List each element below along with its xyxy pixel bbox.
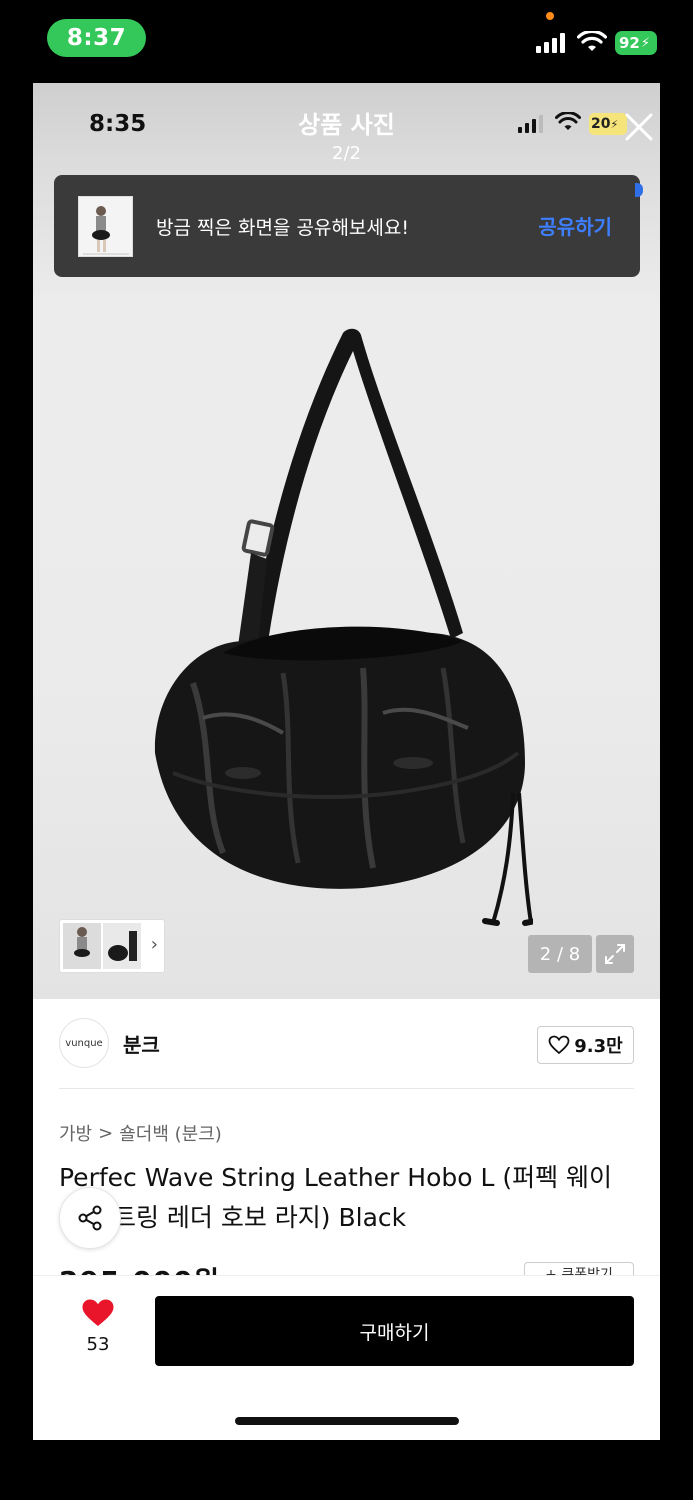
gallery-thumbnails [63, 923, 141, 969]
share-screenshot-banner: 방금 찍은 화면을 공유해보세요! 공유하기 [54, 175, 640, 277]
share-now-button[interactable]: 공유하기 [538, 211, 612, 240]
buy-button[interactable]: 구매하기 [155, 1296, 634, 1366]
inner-wifi-icon [555, 112, 581, 130]
screenshot-preview: 8:35 상품 사진 2/2 20 ⚡ 방금 찍은 화면을 공유해보세요! 공유… [33, 83, 660, 1440]
screenshot-thumbnail [78, 196, 133, 257]
signal-icon [536, 33, 565, 53]
status-time[interactable]: 8:37 [47, 19, 146, 57]
brand-logo[interactable]: vunque [59, 1018, 109, 1068]
expand-icon[interactable] [596, 935, 634, 973]
inner-battery-level: 20 [591, 116, 611, 132]
breadcrumb-category[interactable]: 가방 [59, 1120, 92, 1146]
product-price: 295,000원 [59, 1260, 220, 1275]
inner-signal-icon [518, 115, 543, 133]
outer-status-bar: 8:37 92 ⚡ [0, 0, 693, 82]
close-icon[interactable] [621, 109, 657, 145]
share-button[interactable] [59, 1187, 121, 1249]
battery-icon: 92 ⚡ [615, 31, 657, 55]
breadcrumb-subcategory[interactable]: 숄더백 (분크) [119, 1120, 222, 1146]
bottom-purchase-bar: 53 구매하기 [33, 1275, 660, 1440]
mic-indicator-dot [546, 12, 554, 20]
product-title: Perfec Wave String Leather Hobo L (퍼펙 웨이… [59, 1163, 613, 1232]
wishlist-button[interactable]: 53 [81, 1298, 115, 1355]
wishlist-count: 53 [86, 1334, 110, 1355]
product-image [154, 328, 533, 926]
chevron-right-icon: › [150, 934, 158, 955]
breadcrumb: 가방 > 숄더백 (분크) [59, 1120, 222, 1146]
share-banner-text: 방금 찍은 화면을 공유해보세요! [156, 217, 409, 239]
brand-row: vunque 분크 9.3만 [59, 1018, 634, 1074]
home-indicator[interactable] [235, 1417, 459, 1425]
viewer-counter: 2/2 [332, 143, 361, 164]
brand-like-button[interactable]: 9.3만 [537, 1026, 634, 1064]
charging-bolt-icon: ⚡ [640, 35, 651, 51]
gallery-page-indicator: 2 / 8 [528, 935, 592, 973]
brand-name[interactable]: 분크 [123, 1029, 160, 1058]
wifi-icon [577, 31, 607, 51]
heart-filled-icon [82, 1299, 114, 1326]
gallery-thumbnail-strip[interactable]: › [59, 919, 165, 973]
divider [59, 1088, 634, 1089]
heart-outline-icon [548, 1035, 570, 1055]
banner-edge-indicator [635, 183, 643, 197]
inner-charging-bolt-icon: ⚡ [610, 117, 619, 131]
battery-level: 92 [619, 34, 640, 52]
coupon-button[interactable]: + 쿠폰받기 [524, 1262, 634, 1275]
brand-like-count: 9.3만 [574, 1036, 623, 1057]
share-icon [78, 1205, 102, 1231]
breadcrumb-separator: > [98, 1122, 114, 1144]
price-row-partial: 295,000원 + 쿠폰받기 [59, 1259, 634, 1275]
product-image-viewer[interactable]: 8:35 상품 사진 2/2 20 ⚡ 방금 찍은 화면을 공유해보세요! 공유… [33, 83, 660, 999]
